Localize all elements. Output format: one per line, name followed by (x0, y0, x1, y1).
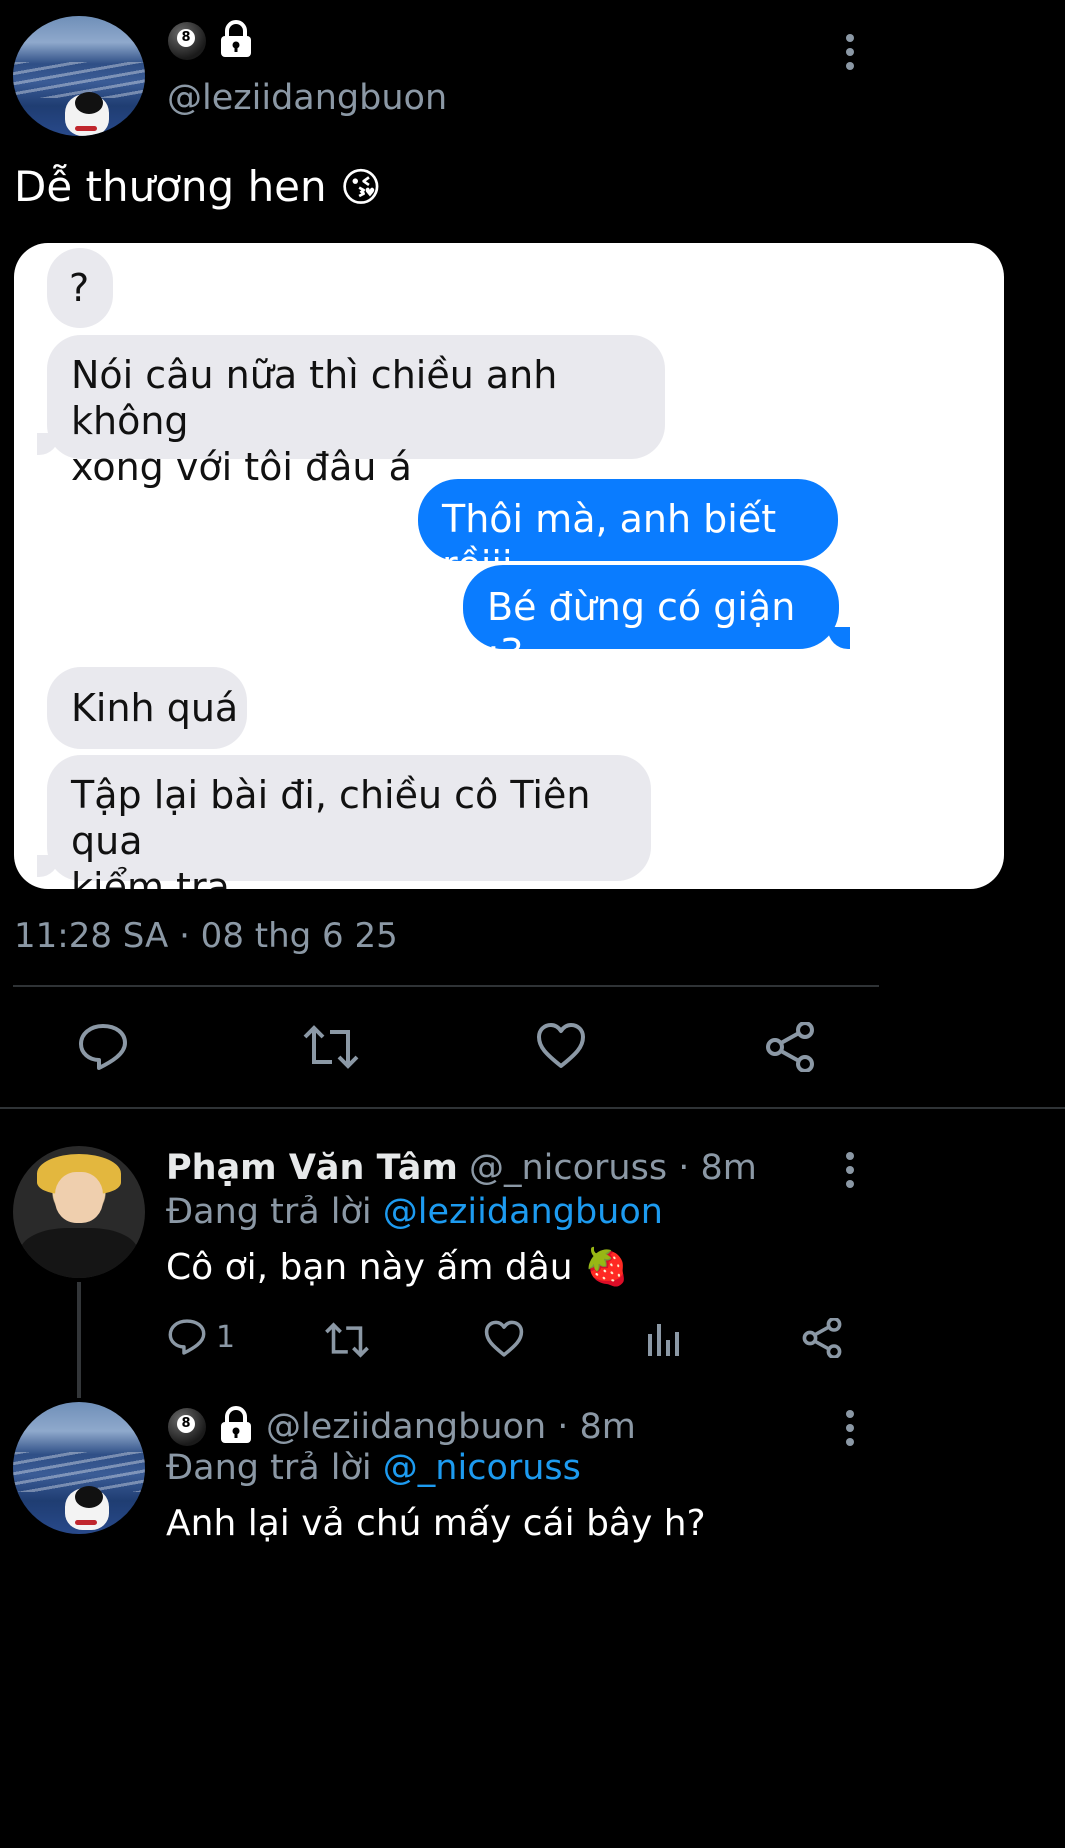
strawberry-emoji: 🍓 (584, 1247, 629, 1288)
chat-bubble-text: Bé đừng có giận :3 (487, 585, 796, 675)
thread-line (77, 1282, 81, 1398)
more-options-icon[interactable] (846, 1410, 856, 1452)
retweet-icon[interactable] (302, 1022, 360, 1072)
lock-icon (218, 1406, 254, 1444)
author-handle[interactable]: @_nicoruss (469, 1148, 667, 1188)
avatar[interactable] (13, 1146, 145, 1278)
attached-image[interactable]: ? Nói câu nữa thì chiều anh không xong v… (14, 243, 1004, 889)
author-handle[interactable]: @leziidangbuon (266, 1407, 546, 1447)
replying-to-link[interactable]: @leziidangbuon (383, 1192, 663, 1232)
tweet-timestamp[interactable]: 11:28 SA · 08 thg 6 25 (14, 916, 398, 956)
reply-header: Phạm Văn Tâm @_nicoruss · 8m (166, 1148, 757, 1188)
like-icon[interactable] (536, 1022, 586, 1070)
avatar[interactable] (13, 16, 145, 136)
reply-time: · 8m (557, 1407, 636, 1447)
reply-header: @leziidangbuon · 8m (266, 1407, 636, 1447)
avatar[interactable] (13, 1402, 145, 1534)
divider (0, 1107, 1065, 1109)
chat-bubble-incoming: Kinh quá (47, 667, 247, 749)
chat-bubble-text: Tập lại bài đi, chiều cô Tiên qua kiểm t… (71, 773, 591, 889)
chat-bubble-text: Kinh quá (71, 686, 239, 730)
pool-ball-8-icon: 8 (168, 1408, 206, 1446)
author-name[interactable]: Phạm Văn Tâm (166, 1148, 458, 1188)
lock-icon (218, 20, 254, 58)
chat-bubble-incoming: ? (47, 248, 113, 328)
kiss-emoji: 😘 (340, 165, 382, 211)
chat-bubble-outgoing: Bé đừng có giận :3 (463, 565, 839, 675)
chat-bubble-incoming: Nói câu nữa thì chiều anh không xong với… (47, 335, 665, 489)
share-icon[interactable] (765, 1022, 815, 1072)
chat-bubble-outgoing: Thôi mà, anh biết rồiii (418, 479, 838, 587)
like-icon[interactable] (484, 1320, 524, 1358)
tweet-text: Dễ thương hen 😘 (14, 162, 382, 211)
replying-to-label: Đang trả lời (166, 1192, 372, 1232)
retweet-icon[interactable] (324, 1320, 370, 1360)
more-options-icon[interactable] (846, 1152, 856, 1194)
replying-to: Đang trả lời @_nicoruss (166, 1448, 581, 1488)
replying-to-link[interactable]: @_nicoruss (383, 1448, 581, 1488)
reply-text: Cô ơi, bạn này ấm dâu 🍓 (166, 1246, 629, 1288)
reply-text-body: Cô ơi, bạn này ấm dâu (166, 1247, 573, 1288)
reply-time: · 8m (678, 1148, 757, 1188)
replying-to: Đang trả lời @leziidangbuon (166, 1192, 663, 1232)
analytics-icon[interactable] (646, 1320, 680, 1358)
reply-icon[interactable] (78, 1022, 128, 1072)
replying-to-label: Đang trả lời (166, 1448, 372, 1488)
share-icon[interactable] (802, 1318, 842, 1358)
more-options-icon[interactable] (846, 34, 856, 76)
tweet-text-body: Dễ thương hen (14, 162, 327, 211)
chat-bubble-text: Nói câu nữa thì chiều anh không xong với… (71, 353, 558, 489)
author-handle[interactable]: @leziidangbuon (167, 78, 447, 118)
reply-icon[interactable] (168, 1318, 206, 1356)
chat-bubble-text: ? (69, 266, 90, 310)
divider (13, 985, 879, 987)
reply-count: 1 (216, 1320, 236, 1355)
chat-bubble-incoming: Tập lại bài đi, chiều cô Tiên qua kiểm t… (47, 755, 651, 889)
pool-ball-8-icon: 8 (168, 22, 206, 60)
reply-text: Anh lại vả chú mấy cái bây h? (166, 1503, 706, 1544)
